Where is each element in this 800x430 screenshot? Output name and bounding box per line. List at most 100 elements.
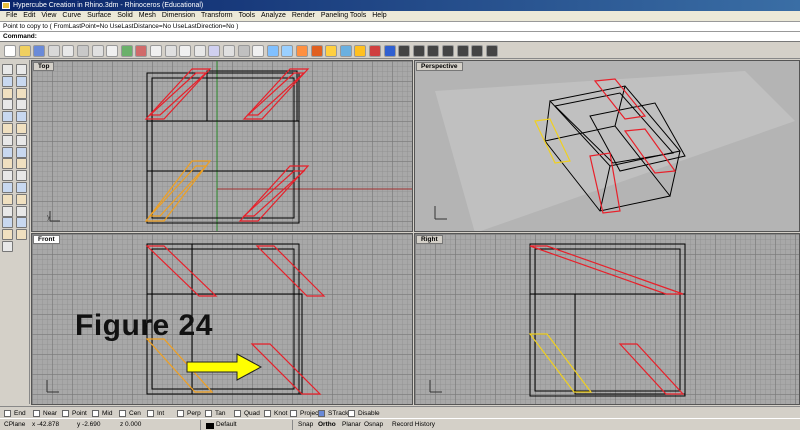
snap-toggle[interactable]: Snap bbox=[296, 420, 313, 430]
curve-tool-icon[interactable] bbox=[2, 87, 13, 99]
osnap-int[interactable]: Int bbox=[147, 409, 164, 418]
analyze-tool-icon[interactable] bbox=[16, 205, 27, 217]
osnap-tan-checkbox[interactable] bbox=[205, 410, 212, 417]
viewport-properties-icon[interactable] bbox=[237, 45, 250, 57]
circle-tool-icon[interactable] bbox=[16, 87, 27, 99]
osnap-end-checkbox[interactable] bbox=[4, 410, 11, 417]
save-icon[interactable] bbox=[33, 45, 46, 57]
grid-icon[interactable] bbox=[266, 45, 279, 57]
zoom-icon[interactable] bbox=[179, 45, 192, 57]
cylinder-tool-icon[interactable] bbox=[2, 158, 13, 170]
record-history-toggle[interactable]: Record History bbox=[390, 420, 435, 430]
viewports-g-icon[interactable] bbox=[485, 45, 498, 57]
ortho-toggle[interactable]: Ortho bbox=[316, 420, 336, 430]
boolean-tool-icon[interactable] bbox=[16, 158, 27, 170]
rotate-view-icon[interactable] bbox=[164, 45, 177, 57]
menu-analyze[interactable]: Analyze bbox=[258, 11, 289, 21]
menu-surface[interactable]: Surface bbox=[84, 11, 114, 21]
text-tool-icon[interactable] bbox=[16, 123, 27, 134]
osnap-knot-checkbox[interactable] bbox=[264, 410, 271, 417]
pan-icon[interactable] bbox=[150, 45, 162, 57]
osnap-point[interactable]: Point bbox=[62, 409, 87, 418]
viewport-top[interactable]: Top y bbox=[31, 60, 413, 232]
osnap-project[interactable]: Project bbox=[290, 409, 320, 418]
surface-tool-icon[interactable] bbox=[16, 170, 27, 182]
command-input[interactable] bbox=[38, 33, 798, 41]
osnap-near-checkbox[interactable] bbox=[33, 410, 40, 417]
undo-icon[interactable] bbox=[120, 45, 133, 57]
freeform-tool-icon[interactable] bbox=[2, 123, 13, 134]
trim-tool-icon[interactable] bbox=[16, 229, 27, 241]
redo-icon[interactable] bbox=[135, 45, 148, 57]
osnap-end[interactable]: End bbox=[4, 409, 26, 418]
osnap-near[interactable]: Near bbox=[33, 409, 57, 418]
zoom-extents-icon[interactable] bbox=[208, 45, 221, 57]
viewport-right[interactable]: Right bbox=[414, 233, 800, 405]
polygon-tool-icon[interactable] bbox=[16, 111, 27, 123]
viewports-c-icon[interactable] bbox=[427, 45, 440, 57]
select-tool-icon[interactable] bbox=[2, 64, 13, 75]
sphere-tool-icon[interactable] bbox=[16, 146, 27, 158]
cut-icon[interactable] bbox=[77, 45, 89, 57]
move-tool-icon[interactable] bbox=[2, 193, 13, 205]
menu-render[interactable]: Render bbox=[289, 11, 318, 21]
shaded-icon[interactable] bbox=[281, 45, 294, 57]
menu-mesh[interactable]: Mesh bbox=[136, 11, 159, 21]
menu-dimension[interactable]: Dimension bbox=[159, 11, 198, 21]
history-tool-icon[interactable] bbox=[16, 217, 27, 229]
polyline-tool-icon[interactable] bbox=[2, 75, 13, 87]
menu-edit[interactable]: Edit bbox=[20, 11, 38, 21]
render-icon[interactable] bbox=[310, 45, 323, 57]
viewports-b-icon[interactable] bbox=[412, 45, 425, 57]
paste-icon[interactable] bbox=[106, 45, 119, 57]
extend-tool-icon[interactable] bbox=[16, 134, 27, 146]
viewports-e-icon[interactable] bbox=[456, 45, 469, 57]
box-tool-icon[interactable] bbox=[2, 146, 13, 158]
viewport-top-tab[interactable]: Top bbox=[33, 62, 55, 71]
rendered-icon[interactable] bbox=[296, 45, 308, 57]
open-icon[interactable] bbox=[18, 45, 31, 57]
render-tool-tool-icon[interactable] bbox=[2, 217, 13, 229]
osnap-strack-checkbox[interactable] bbox=[318, 410, 325, 417]
osnap-mid-checkbox[interactable] bbox=[92, 410, 99, 417]
osnap-cen-checkbox[interactable] bbox=[119, 410, 126, 417]
zoom-selected-icon[interactable] bbox=[223, 45, 235, 57]
osnap-point-checkbox[interactable] bbox=[62, 410, 69, 417]
viewports-d-icon[interactable] bbox=[442, 45, 454, 57]
fillet-tool-icon[interactable] bbox=[2, 134, 13, 146]
menu-tools[interactable]: Tools bbox=[236, 11, 258, 21]
import-icon[interactable] bbox=[62, 45, 75, 57]
array-tool-icon[interactable] bbox=[16, 193, 27, 205]
osnap-strack[interactable]: STrack bbox=[318, 409, 348, 418]
osnap-int-checkbox[interactable] bbox=[147, 410, 154, 417]
viewport-perspective[interactable]: Perspective bbox=[414, 60, 800, 232]
osnap-perp-checkbox[interactable] bbox=[177, 410, 184, 417]
copy-icon[interactable] bbox=[91, 45, 104, 57]
osnap-quad-checkbox[interactable] bbox=[234, 410, 241, 417]
ellipse-tool-icon[interactable] bbox=[2, 111, 13, 123]
line-tool-icon[interactable] bbox=[16, 75, 27, 87]
menu-transform[interactable]: Transform bbox=[198, 11, 236, 21]
point-tool-icon[interactable] bbox=[16, 64, 27, 75]
mesh-tool-icon[interactable] bbox=[2, 182, 13, 193]
osnap-icon[interactable] bbox=[354, 45, 367, 57]
viewport-right-tab[interactable]: Right bbox=[416, 235, 443, 244]
planar-toggle[interactable]: Planar bbox=[340, 420, 361, 430]
viewports-a-icon[interactable] bbox=[398, 45, 411, 57]
transform-tool-icon[interactable] bbox=[16, 182, 27, 193]
viewport-front-tab[interactable]: Front bbox=[33, 235, 60, 244]
print-icon[interactable] bbox=[47, 45, 60, 57]
layer-icon[interactable] bbox=[325, 45, 338, 57]
osnap-disable-checkbox[interactable] bbox=[348, 410, 355, 417]
osnap-perp[interactable]: Perp bbox=[177, 409, 201, 418]
help-icon[interactable] bbox=[383, 45, 396, 57]
osnap-disable[interactable]: Disable bbox=[348, 409, 380, 418]
rectangle-tool-icon[interactable] bbox=[16, 99, 27, 111]
menu-view[interactable]: View bbox=[38, 11, 59, 21]
menu-curve[interactable]: Curve bbox=[59, 11, 84, 21]
select-all-icon[interactable] bbox=[369, 45, 381, 57]
viewport-perspective-tab[interactable]: Perspective bbox=[416, 62, 463, 71]
status-layer[interactable]: Default bbox=[214, 420, 237, 430]
viewports-f-icon[interactable] bbox=[471, 45, 484, 57]
osnap-knot[interactable]: Knot bbox=[264, 409, 287, 418]
